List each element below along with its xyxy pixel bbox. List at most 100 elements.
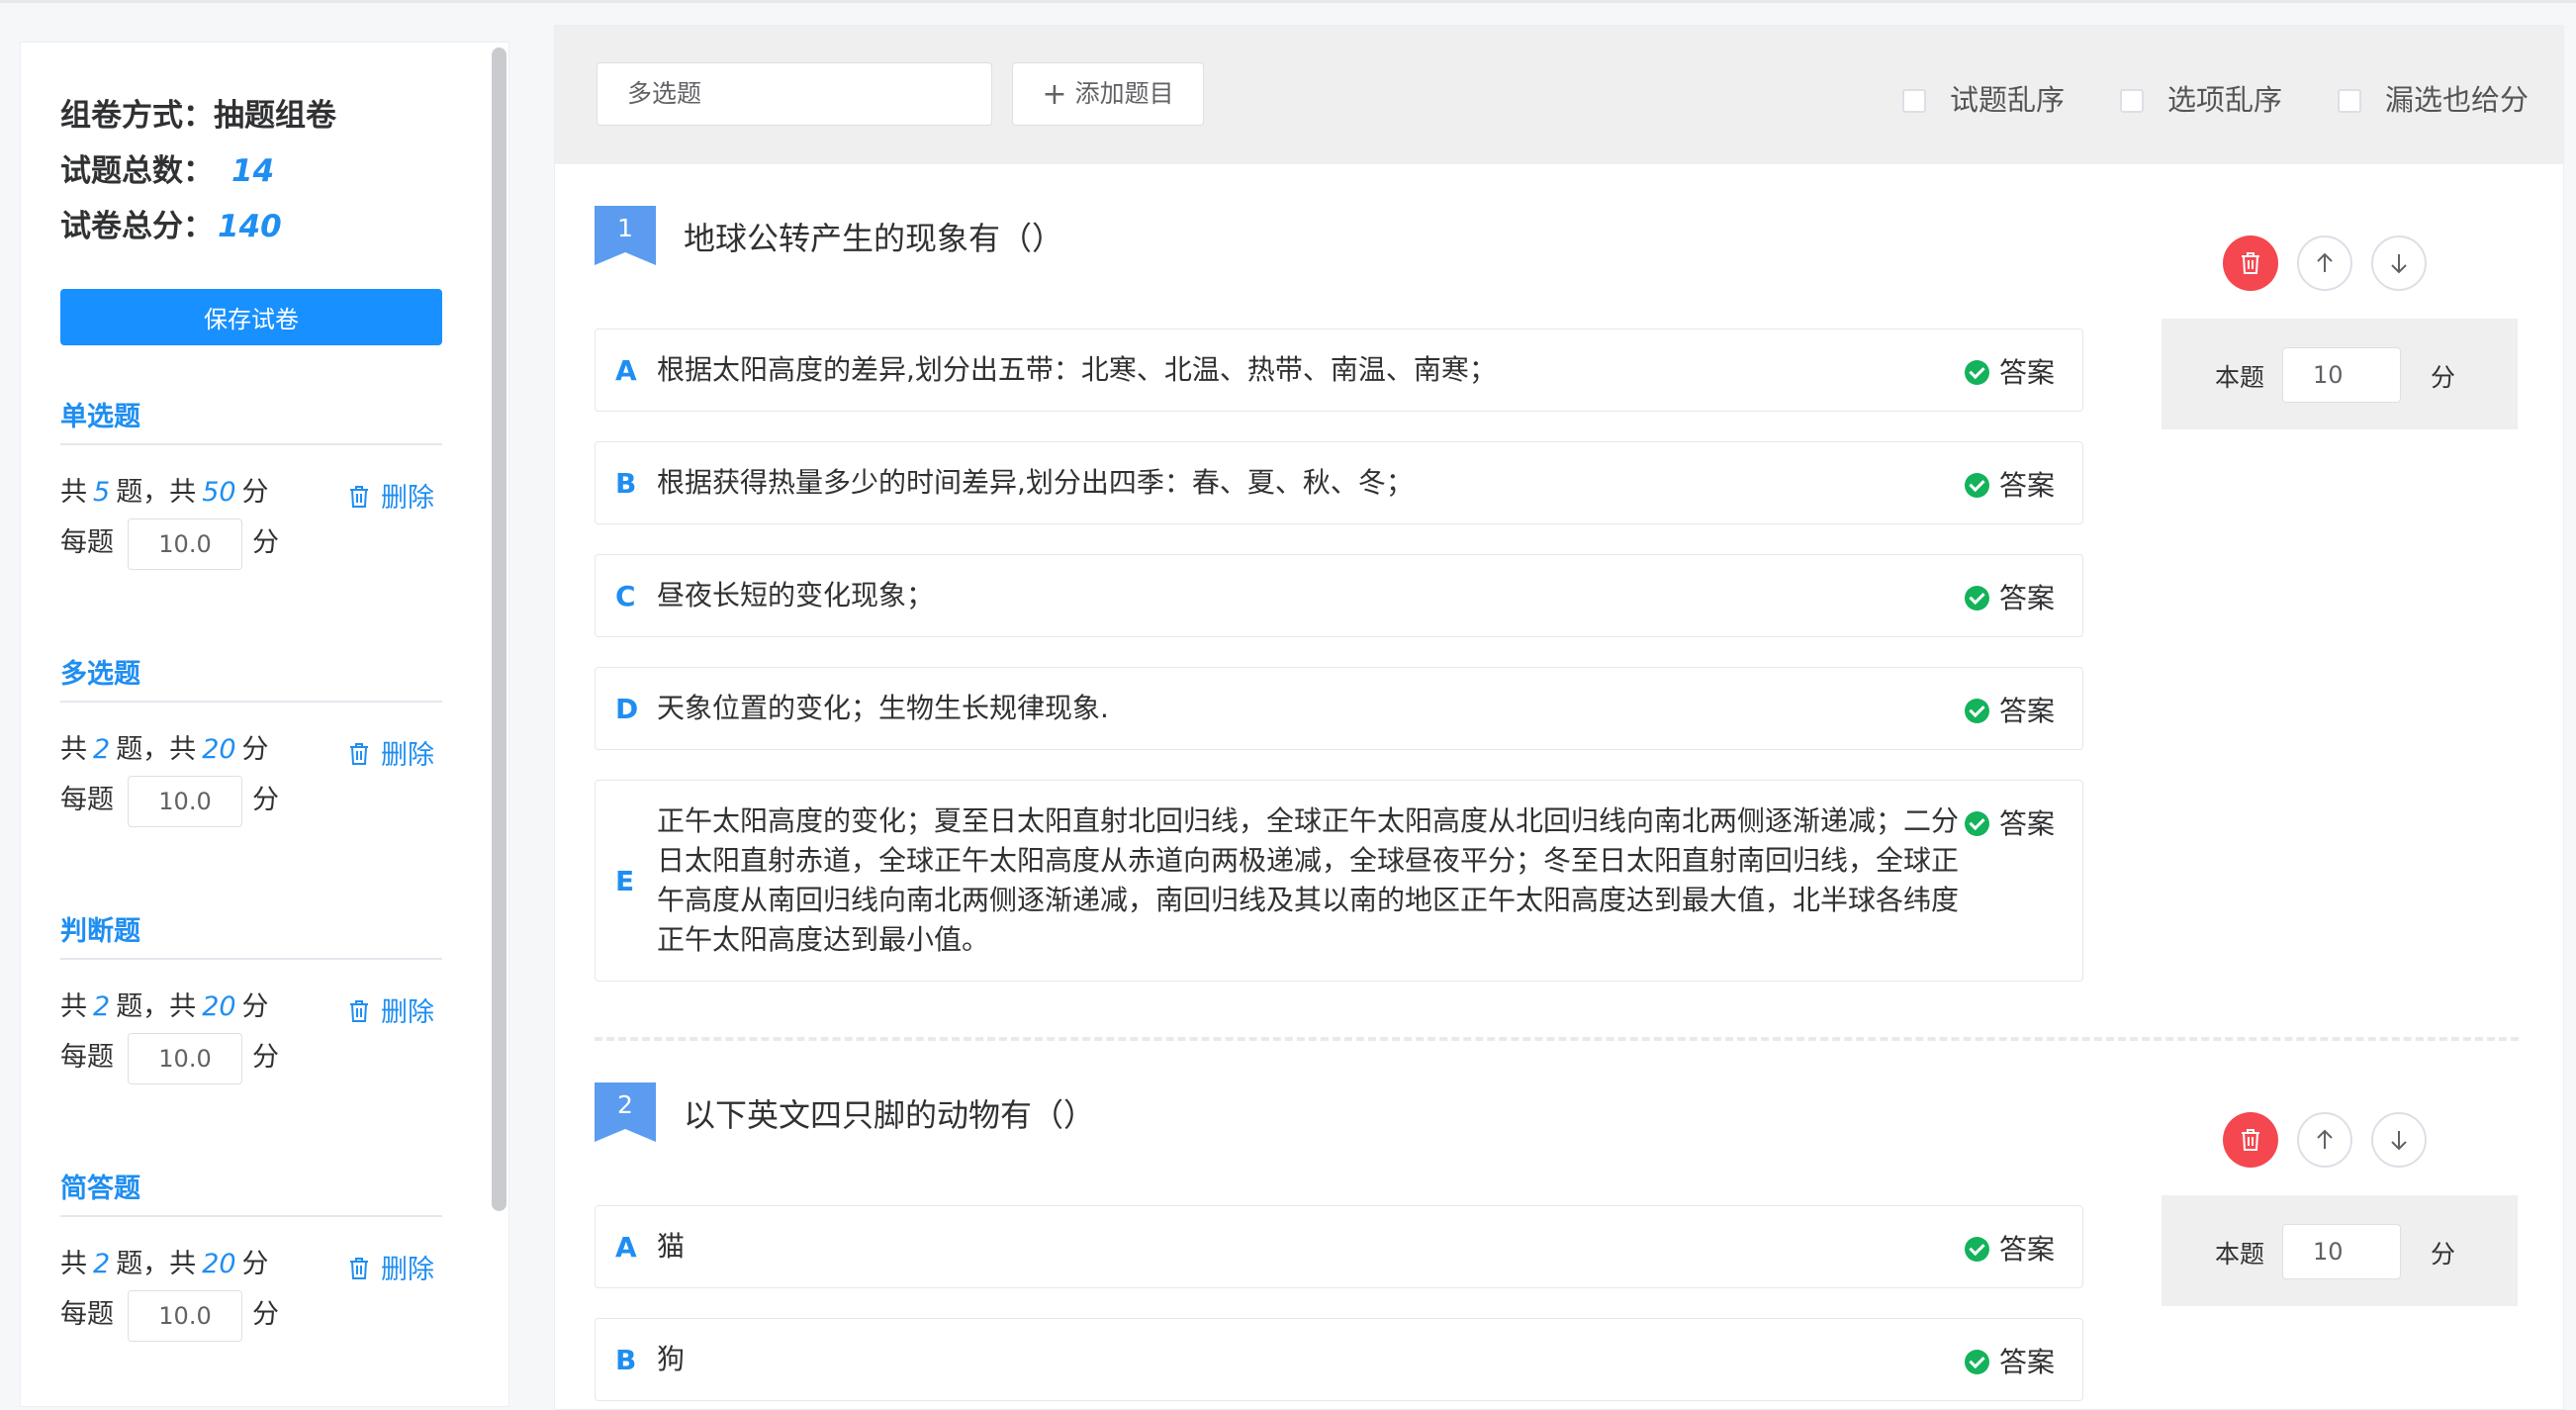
summary-prefix: 共 xyxy=(60,991,87,1022)
shuffle-options-checkbox[interactable]: 选项乱序 xyxy=(2120,77,2282,119)
summary-suffix: 分 xyxy=(241,1249,269,1279)
total-score: 试卷总分： 140 xyxy=(60,201,282,245)
move-up-button[interactable] xyxy=(2297,1112,2352,1168)
section-title[interactable]: 单选题 xyxy=(60,395,140,433)
summary-mid: 题，共 xyxy=(116,991,197,1022)
section-divider xyxy=(60,1215,442,1217)
paper-mode-value: 抽题组卷 xyxy=(214,98,336,134)
paper-summary-sidebar: 组卷方式：抽题组卷 试题总数： 14 试卷总分： 140 保存试卷 单选题共 5 题，共… xyxy=(20,42,509,1407)
answer-toggle[interactable]: 答案 xyxy=(1964,1228,2055,1268)
partial-credit-checkbox[interactable]: 漏选也给分 xyxy=(2338,77,2529,119)
delete-label: 删除 xyxy=(381,740,434,771)
move-down-button[interactable] xyxy=(2371,235,2427,291)
delete-section-button[interactable]: 删除 xyxy=(347,733,434,772)
question-score-input[interactable]: 10 xyxy=(2282,1224,2401,1279)
per-score-input[interactable]: 10.0 xyxy=(128,517,242,570)
section-score: 20 xyxy=(202,1249,236,1279)
option-letter: A xyxy=(615,353,637,387)
section-summary: 共 2 题，共 20 分 xyxy=(60,1242,269,1280)
answer-label: 答案 xyxy=(1998,695,2055,727)
section-divider xyxy=(60,443,442,445)
plus-icon: + xyxy=(1042,77,1067,112)
answer-toggle[interactable]: 答案 xyxy=(1964,802,2055,842)
checkbox-label: 漏选也给分 xyxy=(2385,83,2530,117)
option-text-content: 正午太阳高度的变化；夏至日太阳直射北回归线，全球正午太阳高度从北回归线向南北两侧… xyxy=(657,804,1960,956)
section-score: 20 xyxy=(202,991,236,1022)
answer-label: 答案 xyxy=(1998,1233,2055,1266)
move-down-button[interactable] xyxy=(2371,1112,2427,1168)
shuffle-questions-checkbox[interactable]: 试题乱序 xyxy=(1902,77,2065,119)
delete-section-button[interactable]: 删除 xyxy=(347,990,434,1029)
option-letter: B xyxy=(615,1343,637,1376)
option-letter: C xyxy=(615,579,636,612)
score-unit: 分 xyxy=(2431,363,2456,392)
trash-icon xyxy=(347,1255,381,1285)
delete-label: 删除 xyxy=(381,997,434,1028)
section-divider xyxy=(60,701,442,703)
question-score-box: 本题 10 分 xyxy=(2162,1195,2518,1306)
delete-label: 删除 xyxy=(381,1255,434,1285)
answer-toggle[interactable]: 答案 xyxy=(1964,690,2055,729)
option-row: D 天象位置的变化；生物生长规律现象. 答案 xyxy=(595,667,2083,750)
section-title[interactable]: 简答题 xyxy=(60,1167,140,1205)
total-count-value: 14 xyxy=(231,153,275,189)
per-score-input[interactable]: 10.0 xyxy=(128,1032,242,1084)
answer-toggle[interactable]: 答案 xyxy=(1964,351,2055,391)
answer-toggle[interactable]: 答案 xyxy=(1964,577,2055,616)
summary-prefix: 共 xyxy=(60,734,87,765)
score-label: 本题 xyxy=(2215,1240,2265,1269)
answer-label: 答案 xyxy=(1998,469,2055,502)
answer-label: 答案 xyxy=(1998,356,2055,389)
delete-question-button[interactable] xyxy=(2223,1112,2278,1168)
option-row: A 猫 答案 xyxy=(595,1205,2083,1288)
option-text-content: 昼夜长短的变化现象； xyxy=(657,579,935,611)
checkbox-box[interactable] xyxy=(2338,89,2361,113)
delete-label: 删除 xyxy=(381,483,434,514)
section-summary: 共 2 题，共 20 分 xyxy=(60,985,269,1023)
per-unit: 分 xyxy=(252,1299,279,1330)
option-text: 根据获得热量多少的时间差异,划分出四季：春、夏、秋、冬； xyxy=(657,442,1963,523)
question-type-select[interactable]: 多选题 xyxy=(597,62,992,126)
question-number: 1 xyxy=(617,214,633,242)
option-text-content: 狗 xyxy=(657,1343,686,1375)
checkbox-label: 试题乱序 xyxy=(1950,83,2066,117)
per-unit: 分 xyxy=(252,785,279,815)
answer-toggle[interactable]: 答案 xyxy=(1964,1341,2055,1380)
add-question-button[interactable]: + 添加题目 xyxy=(1012,62,1204,126)
section-score: 50 xyxy=(202,477,236,508)
per-question-score: 每题 10.0 分 xyxy=(60,773,279,827)
question-score-box: 本题 10 分 xyxy=(2162,319,2518,429)
check-circle-icon xyxy=(1964,473,1989,498)
checkbox-box[interactable] xyxy=(1902,89,1926,113)
per-score-input[interactable]: 10.0 xyxy=(128,1289,242,1342)
delete-section-button[interactable]: 删除 xyxy=(347,1248,434,1286)
question-divider xyxy=(595,1037,2519,1041)
total-score-label: 试卷总分： xyxy=(60,209,214,244)
check-circle-icon xyxy=(1964,586,1989,611)
move-up-button[interactable] xyxy=(2297,235,2352,291)
question-editor: 多选题 + 添加题目 试题乱序 选项乱序 漏选也给分 1 地球公转产生的现象有（） A… xyxy=(554,25,2564,1410)
option-text: 昼夜长短的变化现象； xyxy=(657,555,1963,636)
check-circle-icon xyxy=(1964,360,1989,385)
delete-section-button[interactable]: 删除 xyxy=(347,476,434,515)
total-count-label: 试题总数： xyxy=(60,153,214,189)
section-title[interactable]: 多选题 xyxy=(60,652,140,691)
section-count: 2 xyxy=(93,991,111,1022)
section-summary: 共 5 题，共 50 分 xyxy=(60,470,269,509)
section-title[interactable]: 判断题 xyxy=(60,909,140,948)
save-paper-button[interactable]: 保存试卷 xyxy=(60,289,442,345)
option-text-content: 根据获得热量多少的时间差异,划分出四季：春、夏、秋、冬； xyxy=(657,466,1414,499)
question-title: 以下英文四只脚的动物有（） xyxy=(684,1096,1096,1134)
per-label: 每题 xyxy=(60,1042,114,1073)
summary-suffix: 分 xyxy=(241,734,269,765)
question-score-input[interactable]: 10 xyxy=(2282,347,2401,403)
editor-toolbar: 多选题 + 添加题目 试题乱序 选项乱序 漏选也给分 xyxy=(555,26,2563,164)
answer-toggle[interactable]: 答案 xyxy=(1964,464,2055,504)
per-question-score: 每题 10.0 分 xyxy=(60,1287,279,1342)
trash-icon xyxy=(347,483,381,514)
answer-label: 答案 xyxy=(1998,807,2055,840)
delete-question-button[interactable] xyxy=(2223,235,2278,291)
sidebar-scrollbar[interactable] xyxy=(492,47,506,1211)
checkbox-box[interactable] xyxy=(2120,89,2144,113)
per-score-input[interactable]: 10.0 xyxy=(128,775,242,827)
